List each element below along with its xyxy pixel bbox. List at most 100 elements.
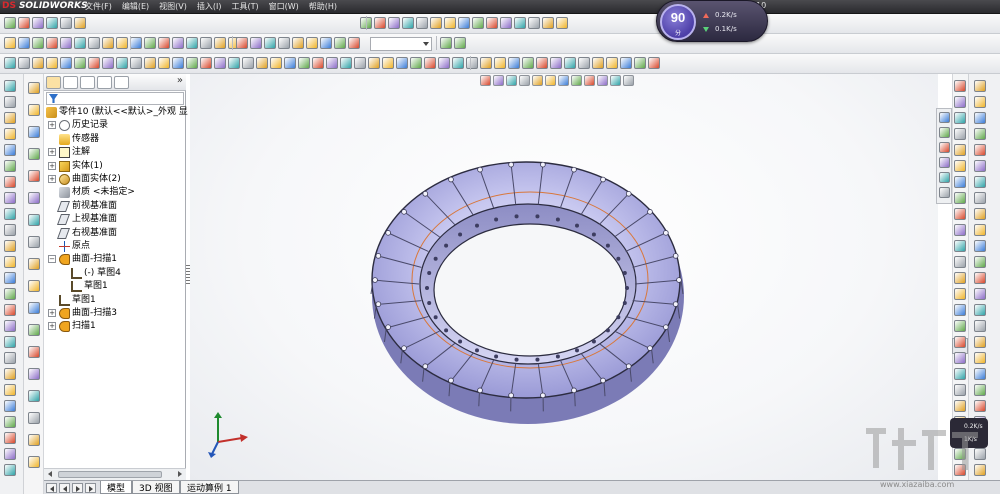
sketch-command-icon[interactable] <box>28 324 40 336</box>
sketch-entity-icon[interactable] <box>974 320 986 332</box>
feature-tool-icon[interactable] <box>228 57 240 69</box>
command-icon[interactable] <box>4 416 16 428</box>
feature-tool-icon[interactable] <box>256 57 268 69</box>
view-tool-icon[interactable] <box>172 37 184 49</box>
task-pane-icon[interactable] <box>954 176 966 188</box>
menu-file[interactable]: 文件(F) <box>80 0 117 14</box>
display-tool-icon[interactable] <box>334 37 346 49</box>
standard-tool-icon[interactable] <box>374 17 386 29</box>
standard-tool-icon[interactable] <box>388 17 400 29</box>
sketch-command-icon[interactable] <box>28 456 40 468</box>
view-tool-icon[interactable] <box>74 37 86 49</box>
feature-tool-icon[interactable] <box>606 57 618 69</box>
standard-tool-icon[interactable] <box>458 17 470 29</box>
configuration-manager-tab-icon[interactable] <box>80 76 95 89</box>
sketch-command-icon[interactable] <box>28 302 40 314</box>
display-tool-icon[interactable] <box>348 37 360 49</box>
command-icon[interactable] <box>4 224 16 236</box>
standard-tool-icon[interactable] <box>416 17 428 29</box>
task-pane-icon[interactable] <box>954 288 966 300</box>
last-tab-icon[interactable] <box>85 483 96 493</box>
feature-tool-icon[interactable] <box>242 57 254 69</box>
task-pane-icon[interactable] <box>954 160 966 172</box>
expand-icon[interactable]: + <box>48 148 56 157</box>
view-tool-icon[interactable] <box>32 37 44 49</box>
view-tool-icon[interactable] <box>144 37 156 49</box>
feature-tool-icon[interactable] <box>60 57 72 69</box>
command-icon[interactable] <box>4 448 16 460</box>
feature-tool-icon[interactable] <box>46 57 58 69</box>
sketch-entity-icon[interactable] <box>974 256 986 268</box>
expand-icon[interactable]: + <box>48 121 56 130</box>
command-icon[interactable] <box>4 368 16 380</box>
view-tool-icon[interactable] <box>18 37 30 49</box>
feature-tool-icon[interactable] <box>382 57 394 69</box>
command-icon[interactable] <box>4 288 16 300</box>
feature-tool-icon[interactable] <box>522 57 534 69</box>
heads-up-tool-icon[interactable] <box>584 75 595 86</box>
task-pane-tab-icon[interactable] <box>939 142 950 153</box>
sketch-entity-icon[interactable] <box>974 288 986 300</box>
feature-tool-icon[interactable] <box>368 57 380 69</box>
sketch-command-icon[interactable] <box>28 126 40 138</box>
command-icon[interactable] <box>4 112 16 124</box>
command-icon[interactable] <box>4 240 16 252</box>
menu-view[interactable]: 视图(V) <box>154 0 192 14</box>
feature-tool-icon[interactable] <box>494 57 506 69</box>
feature-tool-icon[interactable] <box>102 57 114 69</box>
heads-up-tool-icon[interactable] <box>558 75 569 86</box>
task-pane-tab-icon[interactable] <box>939 172 950 183</box>
sketch-entity-icon[interactable] <box>974 192 986 204</box>
quick-access-icon[interactable] <box>60 17 72 29</box>
task-pane-icon[interactable] <box>954 128 966 140</box>
expand-icon[interactable]: + <box>48 175 56 183</box>
display-tool-icon[interactable] <box>292 37 304 49</box>
standard-tool-icon[interactable] <box>444 17 456 29</box>
task-pane-icon[interactable] <box>954 352 966 364</box>
task-pane-icon[interactable] <box>954 192 966 204</box>
feature-tool-icon[interactable] <box>438 57 450 69</box>
command-icon[interactable] <box>4 144 16 156</box>
sketch-command-icon[interactable] <box>28 346 40 358</box>
sketch-command-icon[interactable] <box>28 236 40 248</box>
menu-insert[interactable]: 插入(I) <box>192 0 227 14</box>
task-pane-tab-icon[interactable] <box>939 157 950 168</box>
feature-tool-icon[interactable] <box>424 57 436 69</box>
view-tool-icon[interactable] <box>130 37 142 49</box>
feature-tool-icon[interactable] <box>634 57 646 69</box>
sketch-command-icon[interactable] <box>28 192 40 204</box>
sketch-entity-icon[interactable] <box>974 336 986 348</box>
feature-tool-icon[interactable] <box>578 57 590 69</box>
sketch-entity-icon[interactable] <box>974 176 986 188</box>
sketch-command-icon[interactable] <box>28 258 40 270</box>
sketch-entity-icon[interactable] <box>974 144 986 156</box>
heads-up-tool-icon[interactable] <box>597 75 608 86</box>
task-pane-tab-icon[interactable] <box>939 112 950 123</box>
sketch-command-icon[interactable] <box>28 280 40 292</box>
quick-access-icon[interactable] <box>46 17 58 29</box>
feature-tool-icon[interactable] <box>32 57 44 69</box>
property-manager-tab-icon[interactable] <box>63 76 78 89</box>
heads-up-tool-icon[interactable] <box>506 75 517 86</box>
first-tab-icon[interactable] <box>46 483 57 493</box>
task-pane-icon[interactable] <box>954 400 966 412</box>
display-tool-icon[interactable] <box>278 37 290 49</box>
feature-tool-icon[interactable] <box>564 57 576 69</box>
display-tool-icon[interactable] <box>236 37 248 49</box>
sketch-command-icon[interactable] <box>28 104 40 116</box>
sketch-entity-icon[interactable] <box>974 240 986 252</box>
solidworks-logo[interactable]: DS SOLIDWORKS <box>2 1 88 13</box>
sketch-tool-icon[interactable] <box>440 37 452 49</box>
feature-tool-icon[interactable] <box>648 57 660 69</box>
feature-tool-icon[interactable] <box>298 57 310 69</box>
command-icon[interactable] <box>4 80 16 92</box>
feature-tool-icon[interactable] <box>74 57 86 69</box>
feature-tool-icon[interactable] <box>4 57 16 69</box>
task-pane-icon[interactable] <box>954 368 966 380</box>
command-icon[interactable] <box>4 384 16 396</box>
heads-up-tool-icon[interactable] <box>545 75 556 86</box>
heads-up-tool-icon[interactable] <box>623 75 634 86</box>
task-pane-icon[interactable] <box>954 112 966 124</box>
feature-tool-icon[interactable] <box>312 57 324 69</box>
feature-tool-icon[interactable] <box>130 57 142 69</box>
